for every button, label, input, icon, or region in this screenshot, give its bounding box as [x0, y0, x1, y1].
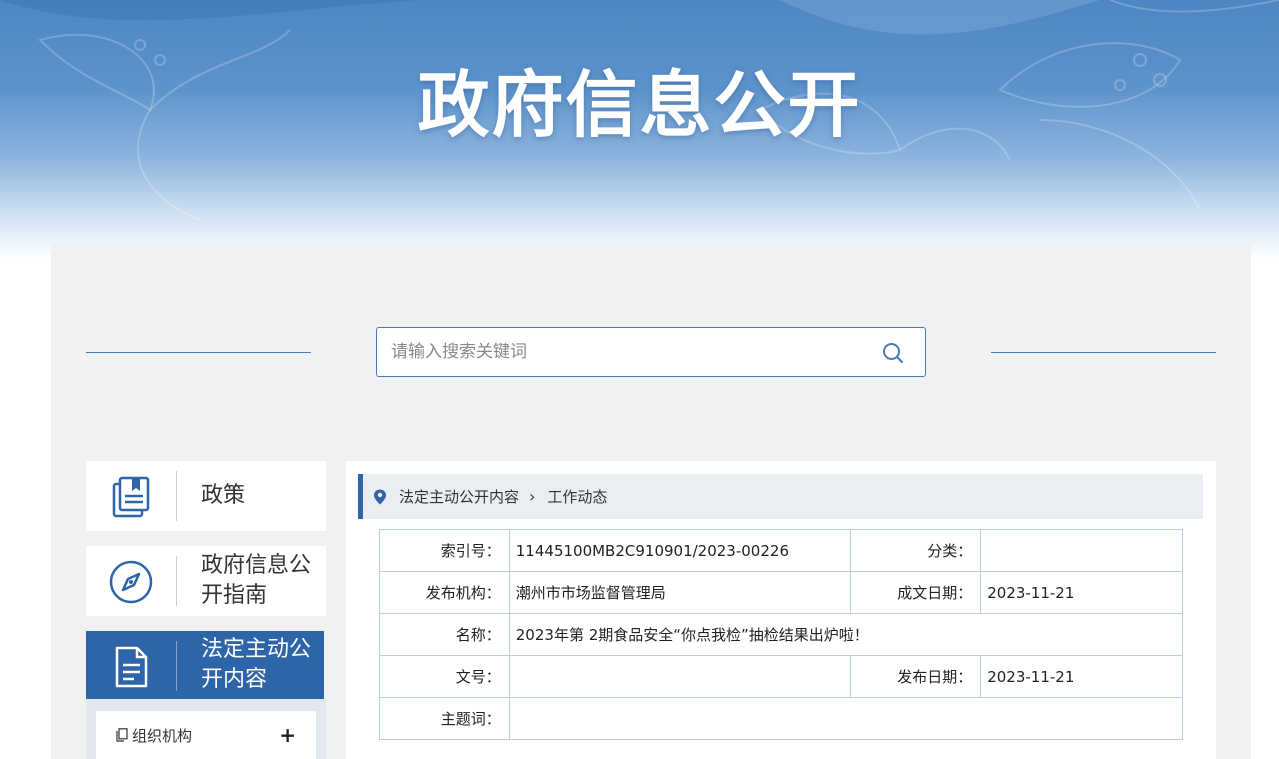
- page-title: 政府信息公开: [417, 63, 862, 147]
- subnav-item-organization[interactable]: 组织机构 +: [96, 711, 316, 759]
- meta-value: [980, 529, 1183, 572]
- search-input[interactable]: [391, 328, 871, 376]
- meta-label: 成文日期：: [850, 571, 982, 614]
- table-row: 主题词：: [379, 697, 1184, 740]
- table-row: 索引号： 11445100MB2C910901/2023-00226 分类：: [379, 529, 1183, 572]
- search-divider-left: [86, 352, 311, 353]
- nav-item-guide[interactable]: 政府信息公开指南: [86, 546, 326, 616]
- table-row: 文号： 发布日期： 2023-11-21: [379, 655, 1183, 698]
- table-row: 发布机构： 潮州市市场监督管理局 成文日期： 2023-11-21: [379, 571, 1183, 614]
- document-icon: [115, 646, 148, 688]
- meta-value: 潮州市市场监督管理局: [508, 571, 852, 614]
- meta-value: 2023-11-21: [980, 571, 1183, 614]
- nav-separator: [176, 556, 177, 606]
- article-meta-table: 索引号： 11445100MB2C910901/2023-00226 分类： 发…: [379, 529, 1184, 740]
- location-pin-icon: [374, 489, 386, 504]
- meta-label: 分类：: [850, 529, 982, 572]
- meta-value: [508, 655, 852, 698]
- meta-label: 索引号：: [379, 529, 510, 572]
- meta-value: 2023-11-21: [980, 655, 1183, 698]
- nav-separator: [176, 471, 177, 521]
- meta-label: 发布日期：: [850, 655, 982, 698]
- search-icon[interactable]: [881, 341, 905, 365]
- meta-label: 主题词：: [379, 697, 510, 740]
- meta-label: 发布机构：: [379, 571, 510, 614]
- meta-label: 文号：: [379, 655, 510, 698]
- nav-item-statutory-content[interactable]: 法定主动公开内容: [86, 631, 324, 699]
- search-box[interactable]: [376, 327, 926, 377]
- breadcrumb: 法定主动公开内容 › 工作动态: [358, 474, 1203, 519]
- header-banner: 政府信息公开: [0, 0, 1279, 260]
- search-divider-right: [991, 352, 1216, 353]
- nav-item-label: 政策: [201, 483, 246, 508]
- breadcrumb-current[interactable]: 工作动态: [547, 486, 607, 507]
- compass-icon: [109, 560, 153, 604]
- nav-item-label: 政府信息公开指南: [201, 553, 312, 608]
- meta-label: 名称：: [379, 613, 510, 656]
- meta-value: 2023年第 2期食品安全“你点我检”抽检结果出炉啦！: [508, 613, 1184, 656]
- copy-document-icon: [116, 728, 128, 742]
- policy-book-icon: [112, 476, 150, 518]
- nav-separator: [176, 641, 177, 691]
- table-row: 名称： 2023年第 2期食品安全“你点我检”抽检结果出炉啦！: [379, 613, 1184, 656]
- nav-item-label: 法定主动公开内容: [201, 637, 312, 692]
- breadcrumb-link-statutory[interactable]: 法定主动公开内容: [399, 486, 519, 507]
- nav-item-policy[interactable]: 政策: [86, 461, 326, 531]
- meta-value: 11445100MB2C910901/2023-00226: [508, 529, 852, 572]
- chevron-right-icon: ›: [529, 487, 536, 506]
- meta-value: [508, 697, 1184, 740]
- subnav-label: 组织机构: [132, 726, 193, 745]
- expand-plus-icon[interactable]: +: [279, 723, 296, 747]
